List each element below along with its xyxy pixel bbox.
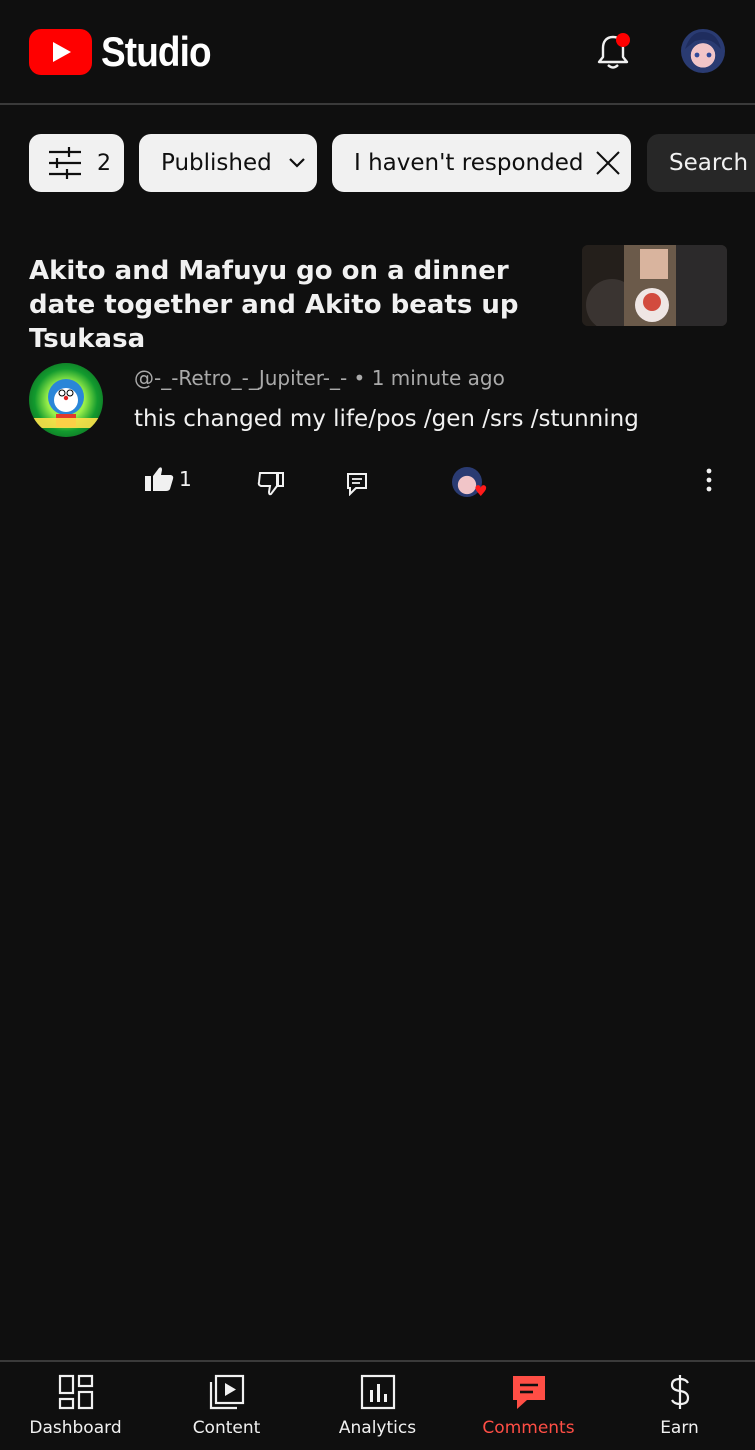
commenter-avatar[interactable] <box>29 363 103 437</box>
video-thumbnail[interactable] <box>582 245 727 326</box>
notification-dot <box>616 33 630 47</box>
comment-text: this changed my life/pos /gen /srs /stun… <box>134 406 639 432</box>
brand-name: Studio <box>101 28 212 75</box>
more-options-icon[interactable] <box>700 466 718 494</box>
top-app-bar: Studio <box>0 0 755 105</box>
nav-comments[interactable]: Comments <box>453 1362 604 1450</box>
analytics-icon <box>360 1374 396 1410</box>
dislike-icon[interactable] <box>257 470 285 496</box>
nav-content[interactable]: Content <box>151 1362 302 1450</box>
earn-icon <box>670 1375 690 1409</box>
comment-author[interactable]: @-_-Retro_-_Jupiter-_- <box>134 366 347 390</box>
nav-dashboard[interactable]: Dashboard <box>0 1362 151 1450</box>
comment-meta: @-_-Retro_-_Jupiter-_- • 1 minute ago <box>134 366 505 390</box>
nav-label-analytics: Analytics <box>338 1418 417 1438</box>
video-title[interactable]: Akito and Mafuyu go on a dinner date tog… <box>29 254 549 356</box>
comment-time: 1 minute ago <box>371 366 505 390</box>
search-chip[interactable]: Search <box>647 134 755 192</box>
youtube-logo-icon <box>29 29 92 75</box>
published-label: Published <box>161 150 272 176</box>
studio-logo[interactable]: Studio <box>29 28 226 76</box>
nav-earn[interactable]: Earn <box>604 1362 755 1450</box>
heart-icon: ♥ <box>474 482 488 500</box>
filter-button[interactable]: 2 <box>29 134 124 192</box>
meta-separator: • <box>353 366 366 390</box>
search-label: Search <box>669 150 749 176</box>
filter-sliders-icon <box>49 147 81 179</box>
nav-label-dashboard: Dashboard <box>29 1418 122 1438</box>
account-avatar[interactable] <box>681 29 725 73</box>
published-dropdown[interactable]: Published <box>139 134 317 192</box>
like-count: 1 <box>179 467 192 491</box>
reply-icon[interactable] <box>346 472 368 496</box>
nav-analytics[interactable]: Analytics <box>302 1362 453 1450</box>
filter-count: 2 <box>97 150 111 176</box>
responded-filter-chip[interactable]: I haven't responded <box>332 134 631 192</box>
content-icon <box>209 1374 245 1410</box>
responded-label: I haven't responded <box>354 150 584 176</box>
chevron-down-icon <box>288 158 305 168</box>
nav-label-comments: Comments <box>482 1418 575 1438</box>
nav-label-earn: Earn <box>660 1418 699 1438</box>
nav-label-content: Content <box>192 1418 261 1438</box>
close-icon[interactable] <box>595 150 621 176</box>
dashboard-icon <box>58 1374 94 1410</box>
comments-icon <box>513 1376 545 1409</box>
bottom-navigation: Dashboard Content Analytics Comments Ear… <box>0 1360 755 1450</box>
like-icon[interactable] <box>144 466 174 492</box>
